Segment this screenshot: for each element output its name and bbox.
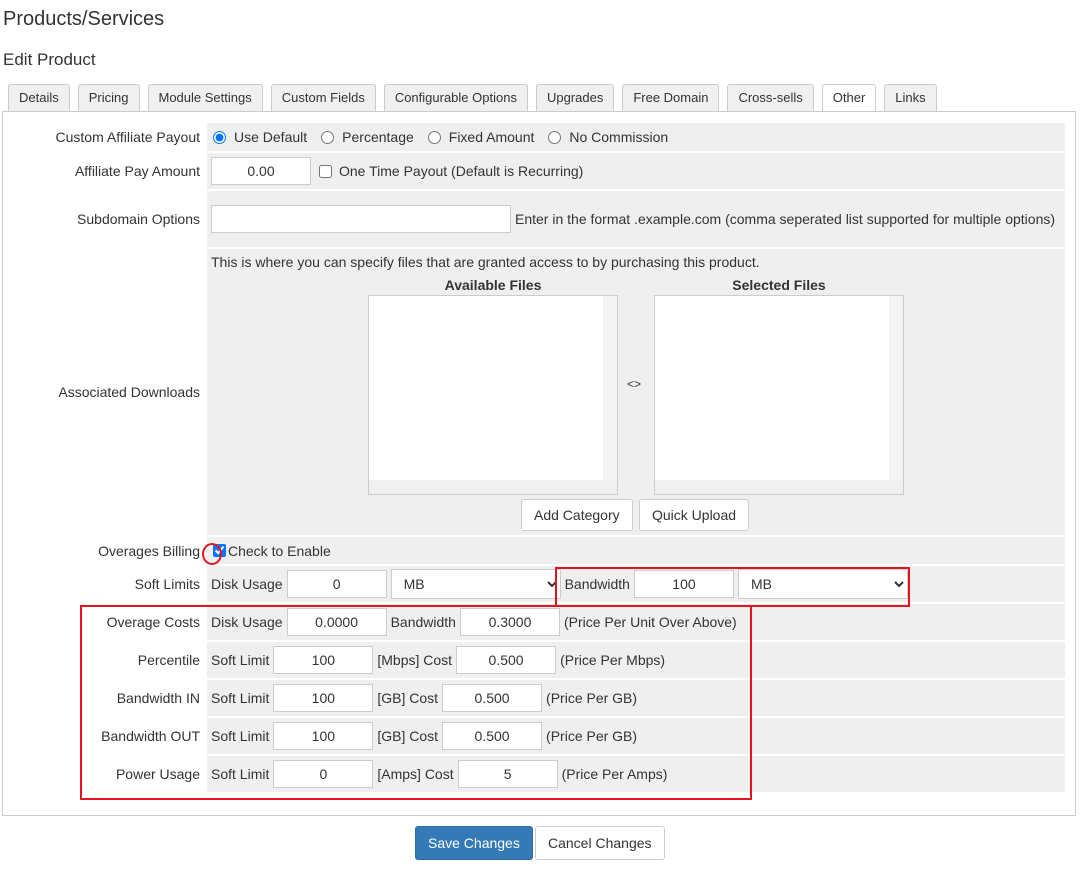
affiliate-radio-group: Use Default Percentage Fixed Amount No Comm… [207, 123, 1065, 151]
unit-cost-label: [GB] Cost [377, 728, 439, 744]
note: (Price Per Amps) [561, 766, 668, 782]
cost-input[interactable]: 0.500 [456, 646, 557, 674]
row-pay-amount: Affiliate Pay Amount One Time Payout (De… [15, 153, 1065, 189]
tab-bar: Details Pricing Module Settings Custom Fiel… [8, 84, 937, 113]
row-bandwidth-out: Bandwidth OUT Soft Limit [GB] Cost 0.500… [15, 718, 1065, 754]
label: Soft Limits [15, 566, 207, 602]
unit-cost-label: [Mbps] Cost [377, 652, 453, 668]
row-power-usage: Power Usage Soft Limit [Amps] Cost 5 (Pr… [15, 756, 1065, 792]
subdomain-input[interactable] [211, 205, 511, 233]
cost-input[interactable]: 0.500 [442, 684, 543, 712]
soft-limit-input[interactable] [273, 684, 374, 712]
scrollbar[interactable] [369, 480, 617, 494]
unit-cost-label: [GB] Cost [377, 690, 439, 706]
row-overage-costs: Overage Costs Disk Usage Bandwidth (Pric… [15, 604, 1065, 640]
soft-limit-label: Soft Limit [211, 652, 270, 668]
selected-files-heading: Selected Files [732, 277, 826, 293]
highlight-box [555, 567, 910, 607]
usage-rows: Percentile Soft Limit [Mbps] Cost 0.500 … [15, 642, 1065, 792]
save-changes-button[interactable]: Save Changes [415, 826, 533, 860]
scrollbar[interactable] [889, 296, 903, 494]
radio-label: No Commission [569, 129, 669, 145]
downloads-help: This is where you can specify files that… [211, 254, 760, 270]
scrollbar[interactable] [603, 296, 617, 494]
radio-input[interactable] [427, 130, 441, 144]
soft-limit-input[interactable] [273, 646, 374, 674]
available-files-list[interactable] [368, 295, 618, 495]
selected-files-list[interactable] [654, 295, 904, 495]
available-files-heading: Available Files [444, 277, 542, 293]
disk-usage-label: Disk Usage [211, 576, 283, 592]
page-title: Products/Services [3, 8, 165, 30]
radio-input[interactable] [213, 130, 226, 144]
unit-cost-label: [Amps] Cost [377, 766, 454, 782]
tab-other[interactable]: Other [821, 84, 877, 113]
subdomain-help: Enter in the format .example.com (comma … [515, 211, 1056, 227]
tab-free-domain[interactable]: Free Domain [622, 84, 720, 111]
bandwidth-cost-input[interactable] [459, 608, 560, 636]
label: Subdomain Options [15, 191, 207, 247]
radio-use-default[interactable]: Use Default [211, 129, 307, 145]
disk-cost-input[interactable] [286, 608, 387, 636]
page-subtitle: Edit Product [3, 50, 96, 69]
radio-fixed-amount[interactable]: Fixed Amount [426, 129, 535, 145]
disk-unit-select[interactable]: MB [390, 569, 561, 599]
tab-links[interactable]: Links [884, 84, 937, 111]
label: Affiliate Pay Amount [15, 153, 207, 189]
radio-input[interactable] [321, 130, 335, 144]
highlight-circle [202, 543, 222, 565]
soft-limit-label: Soft Limit [211, 690, 270, 706]
note: (Price Per GB) [546, 728, 638, 744]
row-bandwidth-in: Bandwidth IN Soft Limit [GB] Cost 0.500 … [15, 680, 1065, 716]
other-panel: Custom Affiliate Payout Use Default Perce… [2, 111, 1076, 816]
label: Associated Downloads [15, 249, 207, 535]
pay-amount-input[interactable] [211, 157, 311, 185]
tab-details[interactable]: Details [8, 84, 70, 111]
cancel-changes-button[interactable]: Cancel Changes [535, 826, 665, 860]
row-subdomain: Subdomain Options Enter in the format .e… [15, 191, 1065, 247]
tab-configurable-options[interactable]: Configurable Options [383, 84, 528, 111]
radio-no-commission[interactable]: No Commission [546, 129, 668, 145]
cost-input[interactable]: 0.500 [442, 722, 543, 750]
row-percentile: Percentile Soft Limit [Mbps] Cost 0.500 … [15, 642, 1065, 678]
tab-upgrades[interactable]: Upgrades [535, 84, 615, 111]
tab-cross-sells[interactable]: Cross-sells [727, 84, 814, 111]
label: Percentile [15, 642, 207, 678]
disk-limit-input[interactable] [286, 570, 387, 598]
label: Bandwidth OUT [15, 718, 207, 754]
tab-module-settings[interactable]: Module Settings [147, 84, 263, 111]
add-category-button[interactable]: Add Category [521, 499, 633, 531]
label: Custom Affiliate Payout [15, 123, 207, 151]
scrollbar[interactable] [655, 480, 903, 494]
row-affiliate-payout: Custom Affiliate Payout Use Default Perce… [15, 123, 1065, 151]
radio-percentage[interactable]: Percentage [319, 129, 414, 145]
tab-custom-fields[interactable]: Custom Fields [270, 84, 376, 111]
disk-usage-label: Disk Usage [211, 614, 283, 630]
soft-limit-label: Soft Limit [211, 766, 270, 782]
soft-limit-label: Soft Limit [211, 728, 270, 744]
cost-input[interactable]: 5 [457, 760, 558, 788]
radio-label: Use Default [234, 129, 308, 145]
radio-input[interactable] [548, 130, 562, 144]
soft-limit-input[interactable] [273, 722, 374, 750]
note: (Price Per Unit Over Above) [563, 614, 737, 630]
radio-label: Fixed Amount [448, 129, 535, 145]
note: (Price Per GB) [546, 690, 638, 706]
quick-upload-button[interactable]: Quick Upload [639, 499, 750, 531]
one-time-checkbox[interactable] [319, 164, 332, 178]
label: Overages Billing [15, 537, 207, 564]
row-downloads: Associated Downloads This is where you c… [15, 249, 1065, 535]
label: Overage Costs [15, 604, 207, 640]
label: Bandwidth IN [15, 680, 207, 716]
swap-button[interactable]: <> [627, 377, 641, 391]
row-overages: Overages Billing Check to Enable [15, 537, 1065, 564]
tab-pricing[interactable]: Pricing [77, 84, 140, 111]
bandwidth-label: Bandwidth [390, 614, 456, 630]
label: Power Usage [15, 756, 207, 792]
note: (Price Per Mbps) [560, 652, 666, 668]
soft-limit-input[interactable] [273, 760, 374, 788]
one-time-label: One Time Payout (Default is Recurring) [339, 163, 584, 179]
overages-check-label: Check to Enable [228, 542, 331, 559]
radio-label: Percentage [342, 129, 414, 145]
